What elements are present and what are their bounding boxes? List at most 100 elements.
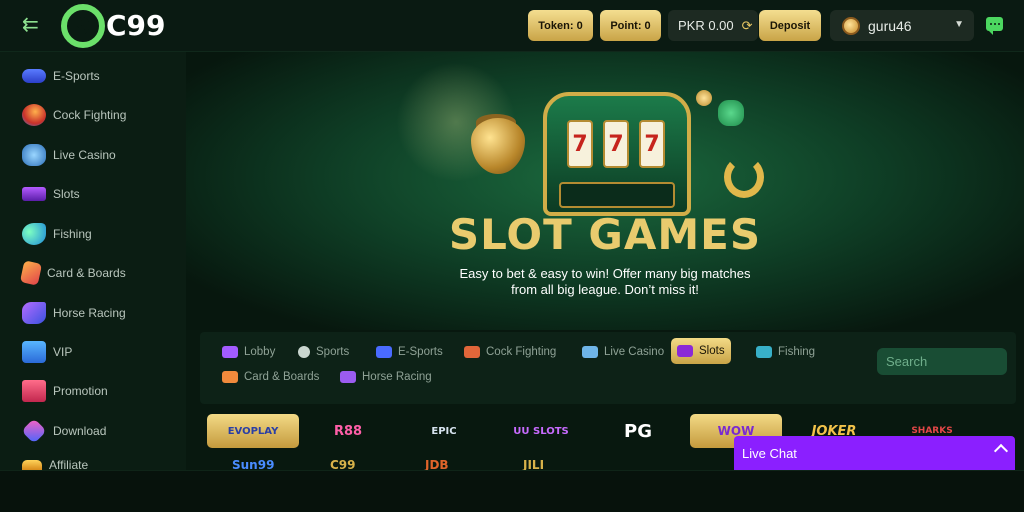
top-header: ⇇ 9 C99 Token: 0 Point: 0 PKR 0.00 ⟳ Dep…: [0, 0, 1024, 52]
tab-label: Fishing: [778, 346, 816, 358]
footer-bar: [0, 470, 1024, 512]
sidebar-item-label: Affiliate: [49, 458, 89, 470]
sidebar-item-label: Live Casino: [53, 148, 116, 162]
sidebar-item-label: Horse Racing: [53, 306, 126, 320]
chips-icon: [22, 144, 46, 166]
tab-label: Sports: [316, 346, 350, 358]
crown-icon: [22, 460, 42, 470]
balance-amount: PKR 0.00: [678, 18, 734, 33]
chevron-down-icon[interactable]: ▼: [954, 19, 964, 30]
tab-esports[interactable]: E-Sports: [370, 340, 449, 364]
provider-pg[interactable]: PG: [592, 414, 684, 448]
tab-label: Cock Fighting: [486, 346, 557, 358]
clover-icon: [718, 100, 744, 126]
tab-slots[interactable]: Slots: [671, 338, 731, 364]
svg-text:9: 9: [75, 15, 90, 40]
search-input[interactable]: Search: [877, 348, 1007, 375]
refresh-icon[interactable]: ⟳: [742, 18, 753, 34]
fish-icon: [756, 346, 772, 358]
provider-jili[interactable]: JILI: [523, 458, 583, 470]
sidebar-item-label: Download: [53, 424, 107, 438]
gift-icon: [22, 380, 46, 402]
cards-icon: [222, 371, 238, 383]
tab-cock-fighting[interactable]: Cock Fighting: [458, 340, 562, 364]
sidebar-item-horse-racing[interactable]: Horse Racing: [0, 297, 186, 329]
sidebar-item-label: VIP: [53, 345, 73, 359]
provider-epic[interactable]: EPIC: [398, 414, 490, 448]
gamepad-icon: [222, 346, 238, 358]
sidebar-item-label: Fishing: [53, 227, 92, 241]
sidebar-item-live-casino[interactable]: Live Casino: [0, 139, 186, 171]
machine-base: [559, 182, 675, 208]
main-content: 7 7 7 SLOT GAMES Easy to bet & easy to w…: [186, 52, 1024, 470]
provider-evoplay[interactable]: EVOPLAY: [207, 414, 299, 448]
download-icon: [21, 418, 47, 444]
username: guru46: [868, 17, 912, 34]
slot-machine-icon: [677, 345, 693, 357]
chips-icon: [582, 346, 598, 358]
sidebar-item-slots[interactable]: Slots: [0, 178, 186, 210]
provider-r88[interactable]: R88: [302, 414, 394, 448]
banner-title: SLOT GAMES: [448, 210, 762, 259]
horse-icon: [340, 371, 356, 383]
reel: 7: [639, 120, 665, 168]
reel: 7: [603, 120, 629, 168]
live-chat-label: Live Chat: [742, 445, 797, 461]
sidebar-item-label: Card & Boards: [47, 266, 126, 280]
balance-display: PKR 0.00 ⟳: [668, 10, 758, 41]
banner-subtitle-line: Easy to bet & easy to win! Offer many bi…: [459, 266, 751, 281]
tab-live-casino[interactable]: Live Casino: [576, 340, 670, 364]
tab-label: E-Sports: [398, 346, 443, 358]
sidebar-item-vip[interactable]: VIP: [0, 336, 186, 368]
tab-horse-racing[interactable]: Horse Racing: [334, 365, 438, 389]
sidebar-item-fishing[interactable]: Fishing: [0, 218, 186, 250]
back-arrow-icon[interactable]: ⇇: [22, 14, 48, 36]
sidebar-item-card-boards[interactable]: Card & Boards: [0, 257, 186, 289]
coin-icon: [696, 90, 712, 106]
provider-c99[interactable]: C99: [330, 458, 390, 470]
logo-wordmark: C99: [106, 9, 166, 42]
slot-machine-illustration: 7 7 7: [543, 92, 691, 216]
provider-sun99[interactable]: Sun99: [232, 458, 292, 470]
tab-label: Card & Boards: [244, 371, 320, 383]
cards-icon: [19, 260, 43, 286]
slot-games-banner: 7 7 7 SLOT GAMES Easy to bet & easy to w…: [186, 52, 1024, 330]
logo-emblem: 9: [61, 4, 105, 48]
fish-icon: [22, 223, 46, 245]
tab-lobby[interactable]: Lobby: [216, 340, 281, 364]
tab-card-boards[interactable]: Card & Boards: [216, 365, 325, 389]
tab-sports[interactable]: Sports: [292, 340, 355, 364]
sidebar-item-label: Slots: [53, 187, 80, 201]
sidebar-item-affiliate[interactable]: Affiliate: [0, 449, 186, 470]
sidebar-item-cock-fighting[interactable]: Cock Fighting: [0, 99, 186, 131]
rooster-icon: [464, 346, 480, 358]
sidebar: E-Sports Cock Fighting Live Casino Slots…: [0, 52, 186, 470]
tab-label: Lobby: [244, 346, 276, 358]
tab-label: Horse Racing: [362, 371, 432, 383]
chat-icon[interactable]: [986, 17, 1003, 35]
avatar: [842, 16, 860, 35]
live-chat-widget[interactable]: Live Chat: [734, 436, 1015, 470]
sidebar-item-download[interactable]: Download: [0, 415, 186, 447]
tab-label: Slots: [699, 345, 725, 357]
deposit-button[interactable]: Deposit: [759, 10, 821, 41]
slot-machine-icon: [22, 187, 46, 201]
gamepad-icon: [22, 69, 46, 83]
sidebar-item-promotion[interactable]: Promotion: [0, 375, 186, 407]
point-button[interactable]: Point: 0: [600, 10, 661, 41]
token-button[interactable]: Token: 0: [528, 10, 593, 41]
vip-icon: [22, 341, 46, 363]
provider-jdb[interactable]: JDB: [425, 458, 485, 470]
banner-subtitle-line: from all big league. Don’t miss it!: [511, 282, 699, 297]
sidebar-item-esports[interactable]: E-Sports: [0, 60, 186, 92]
chevron-up-icon[interactable]: [993, 443, 1009, 459]
sidebar-item-label: E-Sports: [53, 69, 100, 83]
banner-subtitle: Easy to bet & easy to win! Offer many bi…: [405, 266, 805, 298]
tab-fishing[interactable]: Fishing: [750, 340, 821, 364]
horse-icon: [22, 302, 46, 324]
sidebar-item-label: Promotion: [53, 384, 108, 398]
horseshoe-icon: [724, 156, 764, 198]
user-menu[interactable]: guru46 ▼: [830, 10, 974, 41]
soccer-ball-icon: [298, 346, 310, 358]
provider-uu-slots[interactable]: UU SLOTS: [495, 414, 587, 448]
